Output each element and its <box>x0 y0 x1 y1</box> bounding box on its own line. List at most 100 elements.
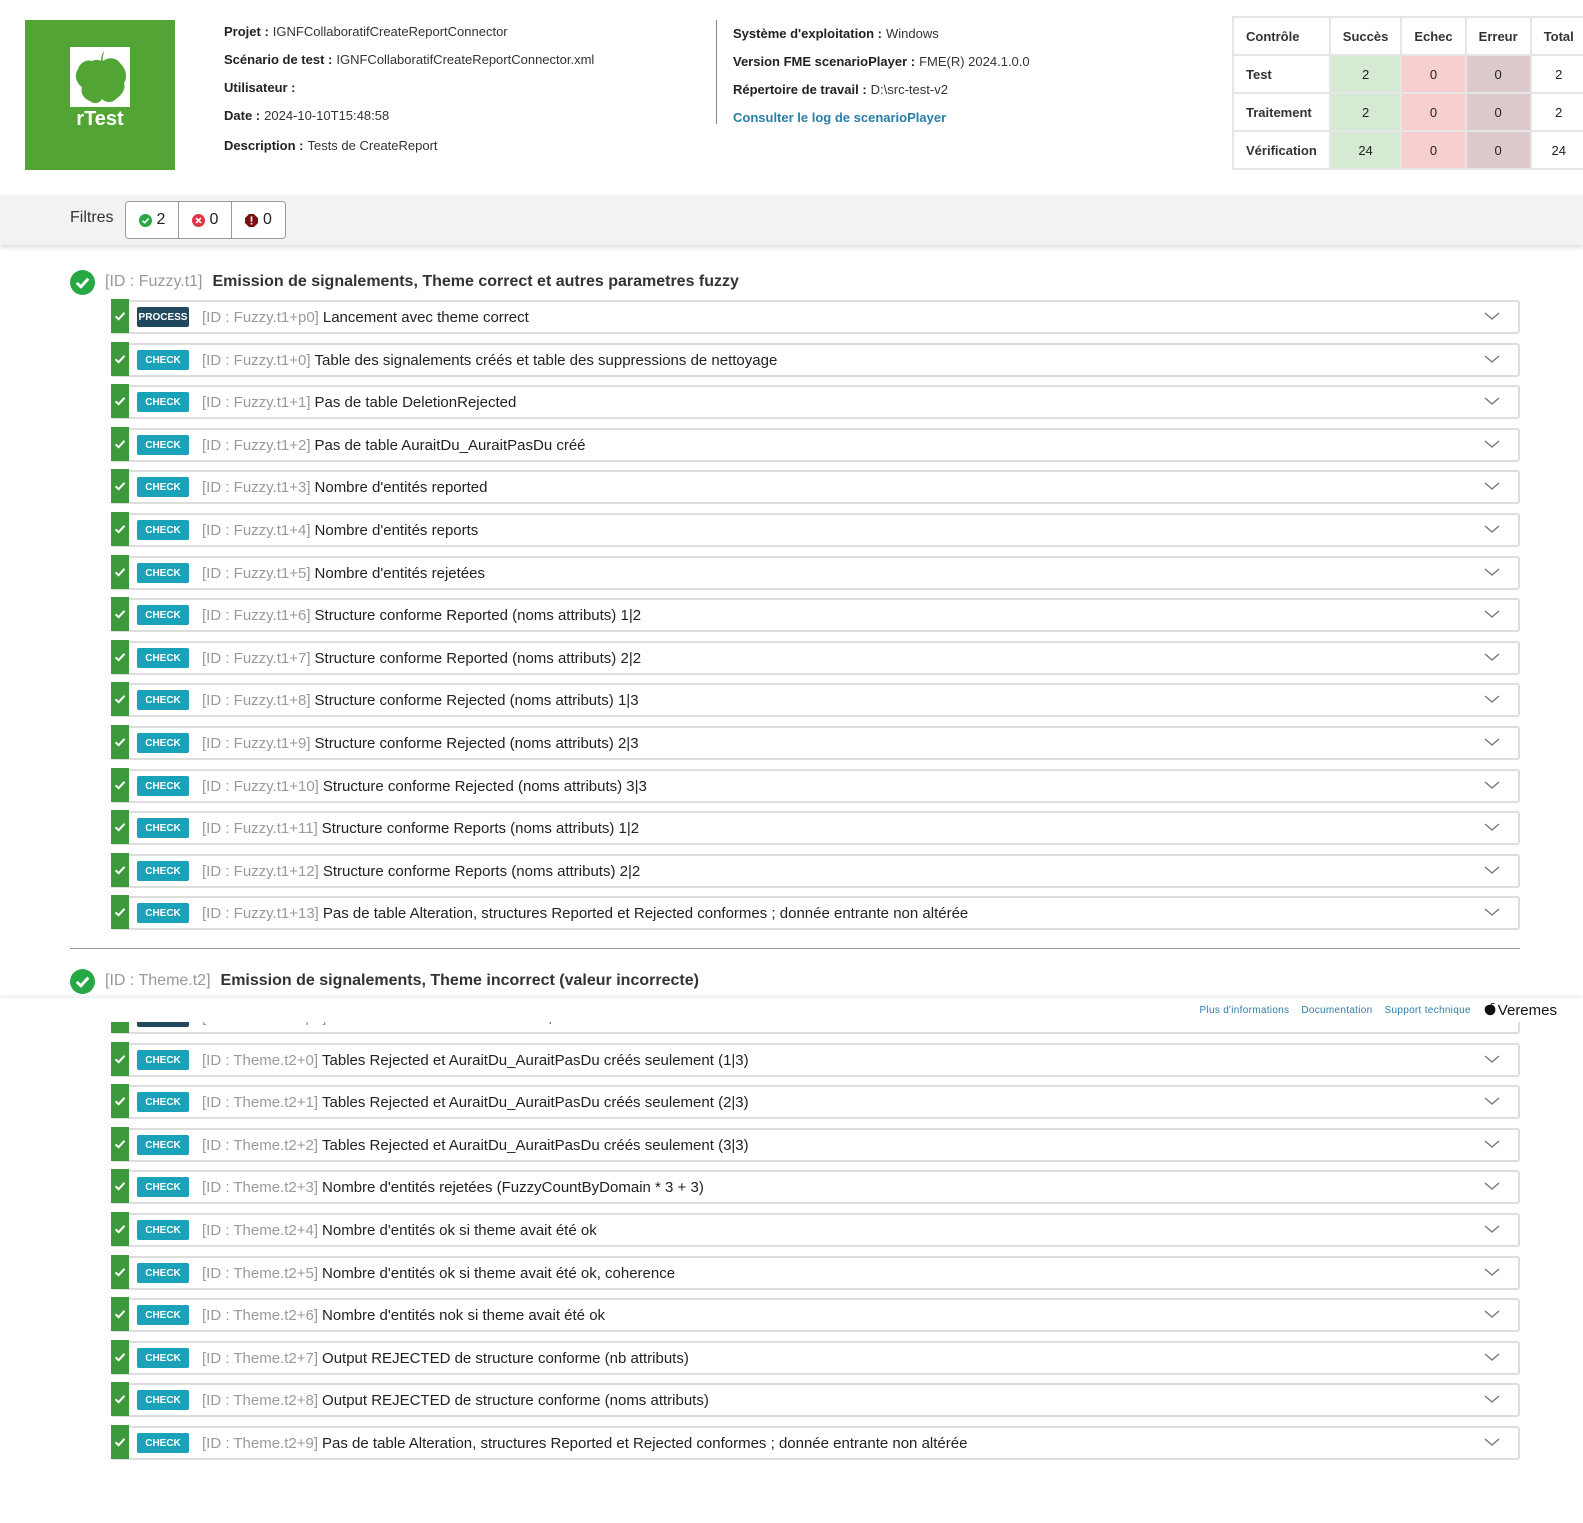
report-header: rTest Projet : IGNFCollaboratifCreateRepo… <box>0 0 1583 193</box>
step-success-icon <box>111 1127 129 1161</box>
test-step-row[interactable]: CHECK [ID : Theme.t2+9] Pas de table Alter… <box>111 1425 1520 1460</box>
chevron-down-icon[interactable] <box>1484 693 1500 705</box>
step-label: Nombre d'entités reports <box>314 521 479 539</box>
filter-error-button[interactable]: 0 <box>232 202 285 238</box>
col-error: Erreur <box>1464 16 1532 56</box>
chevron-down-icon[interactable] <box>1484 821 1500 833</box>
test-step-row[interactable]: CHECK [ID : Fuzzy.t1+3] Nombre d'entités r… <box>111 469 1520 504</box>
view-log-link[interactable]: Consulter le log de scenarioPlayer <box>733 111 946 125</box>
test-step-row[interactable]: CHECK [ID : Fuzzy.t1+13] Pas de table Alte… <box>111 895 1520 930</box>
chevron-down-icon[interactable] <box>1484 906 1500 918</box>
chevron-down-icon[interactable] <box>1484 353 1500 365</box>
chevron-down-icon[interactable] <box>1484 1180 1500 1192</box>
chevron-down-icon[interactable] <box>1484 1351 1500 1363</box>
test-step-row[interactable]: CHECK [ID : Theme.t2+5] Nombre d'entités o… <box>111 1255 1520 1290</box>
test-header: [ID : Fuzzy.t1] Emission de signalements,… <box>70 268 739 296</box>
check-badge: CHECK <box>137 903 189 923</box>
environment-info: Système d'exploitation : Windows Version … <box>716 20 1030 125</box>
test-step-row[interactable]: CHECK [ID : Fuzzy.t1+4] Nombre d'entités r… <box>111 512 1520 547</box>
chevron-down-icon[interactable] <box>1484 310 1500 322</box>
chevron-down-icon[interactable] <box>1484 1266 1500 1278</box>
step-label: Nombre d'entités rejetées (FuzzyCountByD… <box>322 1178 704 1196</box>
step-success-icon <box>111 810 129 844</box>
step-id: [ID : Fuzzy.t1+2] <box>202 436 311 454</box>
step-success-icon <box>111 1255 129 1289</box>
test-step-row[interactable]: CHECK [ID : Theme.t2+1] Tables Rejected et… <box>111 1084 1520 1119</box>
chevron-down-icon[interactable] <box>1484 1436 1500 1448</box>
step-success-icon <box>111 682 129 716</box>
check-badge: CHECK <box>137 1263 189 1283</box>
step-success-icon <box>111 1382 129 1416</box>
chevron-down-icon[interactable] <box>1484 1053 1500 1065</box>
step-success-icon <box>111 1425 129 1459</box>
filter-fail-button[interactable]: 0 <box>179 202 232 238</box>
chevron-down-icon[interactable] <box>1484 864 1500 876</box>
chevron-down-icon[interactable] <box>1484 566 1500 578</box>
test-step-row[interactable]: CHECK [ID : Theme.t2+3] Nombre d'entités r… <box>111 1169 1520 1204</box>
chevron-down-icon[interactable] <box>1484 1393 1500 1405</box>
step-success-icon <box>111 299 129 333</box>
check-badge: CHECK <box>137 520 189 540</box>
test-step-row[interactable]: CHECK [ID : Fuzzy.t1+8] Structure conforme… <box>111 682 1520 717</box>
step-label: Nombre d'entités ok si theme avait été o… <box>322 1221 597 1239</box>
step-success-icon <box>111 853 129 887</box>
chevron-down-icon[interactable] <box>1484 395 1500 407</box>
test-step-row[interactable]: CHECK [ID : Fuzzy.t1+5] Nombre d'entités r… <box>111 555 1520 590</box>
chevron-down-icon[interactable] <box>1484 1095 1500 1107</box>
step-label: Pas de table DeletionRejected <box>314 393 517 411</box>
veremes-logo: Veremes <box>1483 1002 1557 1019</box>
test-step-row[interactable]: CHECK [ID : Fuzzy.t1+9] Structure conforme… <box>111 725 1520 760</box>
filter-success-button[interactable]: 2 <box>126 202 179 238</box>
more-info-link[interactable]: Plus d'informations <box>1199 1005 1289 1016</box>
summary-row-test: Test 2 0 0 2 <box>1232 54 1583 94</box>
info-workdir: Répertoire de travail : D:\src-test-v2 <box>733 82 948 97</box>
test-step-row[interactable]: PROCESS [ID : Fuzzy.t1+p0] Lancement avec … <box>111 299 1520 334</box>
step-success-icon <box>111 768 129 802</box>
chevron-down-icon[interactable] <box>1484 651 1500 663</box>
chevron-down-icon[interactable] <box>1484 480 1500 492</box>
step-label: Nombre d'entités ok si theme avait été o… <box>322 1264 676 1282</box>
filter-label: Filtres <box>70 209 114 226</box>
test-step-row[interactable]: CHECK [ID : Theme.t2+7] Output REJECTED de… <box>111 1340 1520 1375</box>
test-step-row[interactable]: CHECK [ID : Fuzzy.t1+6] Structure conforme… <box>111 597 1520 632</box>
chevron-down-icon[interactable] <box>1484 523 1500 535</box>
check-badge: CHECK <box>137 435 189 455</box>
test-step-row[interactable]: CHECK [ID : Theme.t2+4] Nombre d'entités o… <box>111 1212 1520 1247</box>
test-step-row[interactable]: CHECK [ID : Fuzzy.t1+11] Structure conform… <box>111 810 1520 845</box>
test-step-row[interactable]: CHECK [ID : Fuzzy.t1+1] Pas de table Delet… <box>111 384 1520 419</box>
chevron-down-icon[interactable] <box>1484 438 1500 450</box>
test-step-row[interactable]: CHECK [ID : Fuzzy.t1+7] Structure conforme… <box>111 640 1520 675</box>
test-step-row[interactable]: CHECK [ID : Fuzzy.t1+2] Pas de table Aurai… <box>111 427 1520 462</box>
step-label: Pas de table Alteration, structures Repo… <box>322 1434 968 1452</box>
chevron-down-icon[interactable] <box>1484 608 1500 620</box>
check-badge: CHECK <box>137 477 189 497</box>
test-step-row[interactable]: CHECK [ID : Fuzzy.t1+10] Structure conform… <box>111 768 1520 803</box>
info-project: Projet : IGNFCollaboratifCreateReportConn… <box>224 24 508 39</box>
col-control: Contrôle <box>1232 16 1331 56</box>
support-link[interactable]: Support technique <box>1385 1005 1471 1016</box>
step-label: Structure conforme Reports (noms attribu… <box>322 862 641 880</box>
check-badge: CHECK <box>137 350 189 370</box>
info-scenario: Scénario de test : IGNFCollaboratifCreate… <box>224 52 595 67</box>
step-id: [ID : Theme.t2+3] <box>202 1178 319 1196</box>
chevron-down-icon[interactable] <box>1484 1308 1500 1320</box>
test-step-row[interactable]: CHECK [ID : Fuzzy.t1+12] Structure conform… <box>111 853 1520 888</box>
step-id: [ID : Theme.t2+7] <box>202 1349 319 1367</box>
test-step-row[interactable]: CHECK [ID : Theme.t2+8] Output REJECTED de… <box>111 1382 1520 1417</box>
test-step-row[interactable]: CHECK [ID : Theme.t2+2] Tables Rejected et… <box>111 1127 1520 1162</box>
documentation-link[interactable]: Documentation <box>1301 1005 1372 1016</box>
info-fme-version: Version FME scenarioPlayer : FME(R) 2024.… <box>733 54 1030 69</box>
test-step-row[interactable]: CHECK [ID : Theme.t2+6] Nombre d'entités n… <box>111 1297 1520 1332</box>
step-label: Structure conforme Rejected (noms attrib… <box>314 734 639 752</box>
check-badge: CHECK <box>137 1177 189 1197</box>
step-id: [ID : Fuzzy.t1+4] <box>202 521 311 539</box>
step-label: Lancement avec theme correct <box>322 308 529 326</box>
chevron-down-icon[interactable] <box>1484 1138 1500 1150</box>
chevron-down-icon[interactable] <box>1484 779 1500 791</box>
chevron-down-icon[interactable] <box>1484 736 1500 748</box>
chevron-down-icon[interactable] <box>1484 1223 1500 1235</box>
test-step-row[interactable]: CHECK [ID : Fuzzy.t1+0] Table des signalem… <box>111 342 1520 377</box>
summary-header-row: Contrôle Succès Echec Erreur Total <box>1232 16 1583 56</box>
step-success-icon <box>111 1297 129 1331</box>
test-step-row[interactable]: CHECK [ID : Theme.t2+0] Tables Rejected et… <box>111 1042 1520 1077</box>
